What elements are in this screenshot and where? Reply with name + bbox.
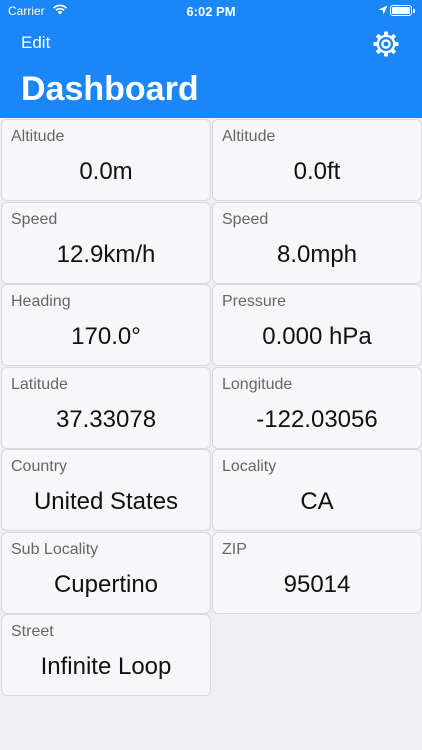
speed-kmh-cell[interactable]: Speed 12.9km/h	[1, 202, 211, 284]
cell-value: 12.9km/h	[56, 241, 156, 268]
status-bar: Carrier 6:02 PM	[0, 0, 422, 22]
cell-label: Latitude	[11, 376, 68, 393]
cell-value: Infinite Loop	[40, 653, 172, 680]
cell-value: Cupertino	[53, 571, 159, 598]
cell-value: 8.0mph	[276, 241, 358, 268]
pressure-cell[interactable]: Pressure 0.000 hPa	[212, 284, 422, 366]
cell-value: 0.000 hPa	[262, 323, 372, 350]
speed-mph-cell[interactable]: Speed 8.0mph	[212, 202, 422, 284]
cell-value: United States	[33, 488, 179, 515]
gear-icon[interactable]	[372, 30, 400, 58]
altitude-feet-cell[interactable]: Altitude 0.0ft	[212, 119, 422, 201]
cell-label: Altitude	[11, 128, 65, 145]
heading-cell[interactable]: Heading 170.0°	[1, 284, 211, 366]
cell-label: Locality	[222, 458, 277, 475]
cell-value: CA	[300, 488, 334, 515]
location-arrow-icon	[378, 5, 388, 15]
cell-label: Altitude	[222, 128, 276, 145]
street-cell[interactable]: Street Infinite Loop	[1, 614, 211, 696]
country-cell[interactable]: Country United States	[1, 449, 211, 531]
zip-cell[interactable]: ZIP 95014	[212, 532, 422, 614]
cell-label: Speed	[11, 211, 58, 228]
cell-label: ZIP	[222, 541, 247, 558]
cell-label: Speed	[222, 211, 269, 228]
cell-value: 37.33078	[55, 406, 157, 433]
cell-value: -122.03056	[256, 406, 378, 433]
cell-label: Street	[11, 623, 54, 640]
cell-label: Country	[11, 458, 68, 475]
sub-locality-cell[interactable]: Sub Locality Cupertino	[1, 532, 211, 614]
cell-label: Sub Locality	[11, 541, 99, 558]
cell-label: Heading	[11, 293, 71, 310]
status-time: 6:02 PM	[186, 4, 236, 19]
page-title: Dashboard	[21, 70, 199, 108]
cell-value: 0.0ft	[293, 158, 341, 185]
cell-value: 0.0m	[79, 158, 133, 185]
battery-icon	[390, 5, 415, 16]
navigation-header: Carrier 6:02 PM Edit Dashboard	[0, 0, 422, 118]
cell-value: 170.0°	[71, 323, 141, 350]
cell-value: 95014	[283, 571, 351, 598]
latitude-cell[interactable]: Latitude 37.33078	[1, 367, 211, 449]
altitude-meters-cell[interactable]: Altitude 0.0m	[1, 119, 211, 201]
locality-cell[interactable]: Locality CA	[212, 449, 422, 531]
edit-button[interactable]: Edit	[21, 33, 50, 53]
cell-label: Pressure	[222, 293, 287, 310]
longitude-cell[interactable]: Longitude -122.03056	[212, 367, 422, 449]
cell-label: Longitude	[222, 376, 293, 393]
